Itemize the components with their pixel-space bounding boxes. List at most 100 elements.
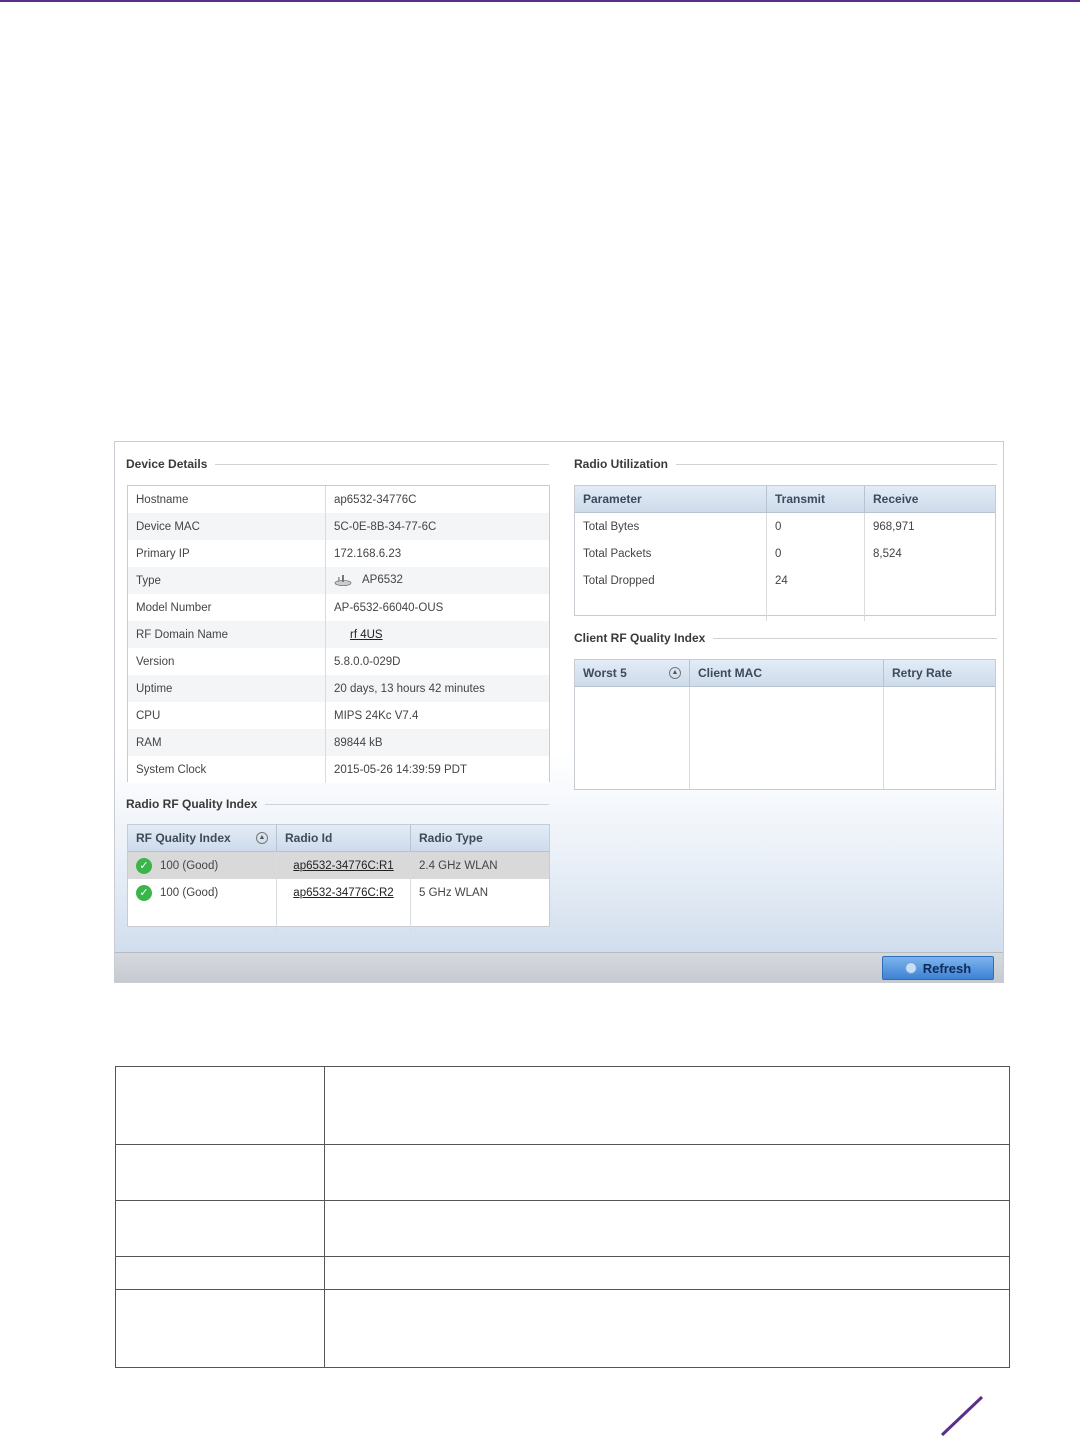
col-label: RF Quality Index [136,831,231,845]
table-row: RF Domain Name rf 4US [128,621,549,648]
radio-rf-quality-title: Radio RF Quality Index [126,797,258,811]
row-value: 89844 kB [325,729,549,756]
access-point-icon [334,575,352,587]
col-rf-quality-index[interactable]: RF Quality Index ▲ [128,825,277,852]
brand-slash-mark [940,1395,984,1437]
row-value: MIPS 24Kc V7.4 [325,702,549,729]
device-details-header: Device Details [126,457,549,471]
col-retry-rate[interactable]: Retry Rate [883,660,995,687]
client-rf-quality-header: Client RF Quality Index [574,631,997,645]
parameter-cell: Total Packets [575,540,767,567]
receive-cell [865,567,996,594]
radio-id-link[interactable]: ap6532-34776C:R1 [293,860,393,872]
device-type-text: AP6532 [362,574,403,587]
row-value: 2015-05-26 14:39:59 PDT [325,756,549,783]
device-details-table: Hostname ap6532-34776C Device MAC 5C-0E-8B… [127,485,550,783]
table-row: RAM 89844 kB [128,729,549,756]
row-label: CPU [128,702,326,729]
radio-utilization-title: Radio Utilization [574,457,668,471]
row-label: Version [128,648,326,675]
table-row-empty [575,594,995,621]
radio-utilization-table: Parameter Transmit Receive Total Bytes 0 9… [574,485,996,621]
top-brand-line [0,0,1080,2]
radio-type-cell: 2.4 GHz WLAN [410,851,549,879]
row-value: ap6532-34776C [325,486,549,513]
table-row[interactable]: ✓ 100 (Good) ap6532-34776C:R2 5 GHz WLAN [128,879,549,906]
row-label: Device MAC [128,513,326,540]
table-row: Type AP6532 [128,567,549,594]
row-label: Hostname [128,486,326,513]
table-row [115,1256,1010,1290]
col-receive[interactable]: Receive [864,486,995,513]
col-radio-type[interactable]: Radio Type [410,825,549,852]
col-label: Worst 5 [583,666,627,680]
radio-id-link[interactable]: ap6532-34776C:R2 [293,887,393,899]
table-row: Version 5.8.0.0-029D [128,648,549,675]
table-row: Total Bytes 0 968,971 [575,512,995,540]
row-label: RAM [128,729,326,756]
row-value: 5C-0E-8B-34-77-6C [325,513,549,540]
device-overview-panel: Device Details Hostname ap6532-34776C Dev… [114,441,1004,983]
panel-footer: Refresh [115,952,1003,982]
refresh-button[interactable]: Refresh [882,956,994,980]
row-value: 5.8.0.0-029D [325,648,549,675]
radio-id-cell: ap6532-34776C:R1 [276,851,411,879]
radio-type-cell: 5 GHz WLAN [419,886,489,899]
row-value: 172.168.6.23 [325,540,549,567]
table-row: Model Number AP-6532-66040-OUS [128,594,549,621]
row-label: Uptime [128,675,326,702]
quality-cell: ✓ 100 (Good) [128,851,277,879]
row-value: AP-6532-66040-OUS [325,594,549,621]
transmit-cell: 0 [766,540,865,567]
transmit-cell: 24 [766,567,865,594]
quality-text: 100 (Good) [160,859,219,872]
checkmark-icon: ✓ [136,857,152,874]
table-row: CPU MIPS 24Kc V7.4 [128,702,549,729]
table-row: Device MAC 5C-0E-8B-34-77-6C [128,513,549,540]
radio-rf-quality-table: RF Quality Index ▲ Radio Id Radio Type ✓ 1… [127,824,550,933]
row-label: Type [128,567,326,594]
radio-utilization-header: Radio Utilization [574,457,997,471]
table-row-empty [575,686,995,789]
device-details-title: Device Details [126,457,208,471]
table-row [115,1144,1010,1201]
table-row [115,1200,1010,1257]
row-label: RF Domain Name [128,621,326,648]
row-label: System Clock [128,756,326,783]
rf-domain-link[interactable]: rf 4US [350,629,383,641]
col-worst-5[interactable]: Worst 5 ▲ [575,660,690,687]
row-value: rf 4US [325,621,549,648]
table-row-selected[interactable]: ✓ 100 (Good) ap6532-34776C:R1 2.4 GHz WLA… [128,851,549,879]
sort-icon[interactable]: ▲ [256,832,268,844]
sort-icon[interactable]: ▲ [669,667,681,679]
section-divider [676,463,997,465]
description-table [115,1066,1010,1368]
checkmark-icon: ✓ [136,884,152,901]
table-row [115,1066,1010,1145]
parameter-cell: Total Dropped [575,567,767,594]
quality-cell: ✓ 100 (Good) [128,879,277,906]
table-row: System Clock 2015-05-26 14:39:59 PDT [128,756,549,783]
row-label: Primary IP [128,540,326,567]
col-parameter[interactable]: Parameter [575,486,767,513]
table-row: Uptime 20 days, 13 hours 42 minutes [128,675,549,702]
table-row: Primary IP 172.168.6.23 [128,540,549,567]
col-transmit[interactable]: Transmit [766,486,865,513]
row-value: AP6532 [325,567,549,594]
table-row: Total Packets 0 8,524 [575,540,995,567]
table-row [115,1289,1010,1368]
refresh-icon [904,962,917,974]
section-divider [265,803,549,805]
col-client-mac[interactable]: Client MAC [689,660,884,687]
quality-text: 100 (Good) [160,886,219,899]
client-rf-quality-title: Client RF Quality Index [574,631,706,645]
client-rf-quality-table: Worst 5 ▲ Client MAC Retry Rate [574,659,996,790]
col-radio-id[interactable]: Radio Id [276,825,411,852]
transmit-cell: 0 [766,512,865,540]
row-label: Model Number [128,594,326,621]
section-divider [713,637,997,639]
receive-cell: 8,524 [873,547,902,560]
table-row: Total Dropped 24 [575,567,995,594]
receive-cell: 968,971 [873,520,915,533]
row-value: 20 days, 13 hours 42 minutes [325,675,549,702]
